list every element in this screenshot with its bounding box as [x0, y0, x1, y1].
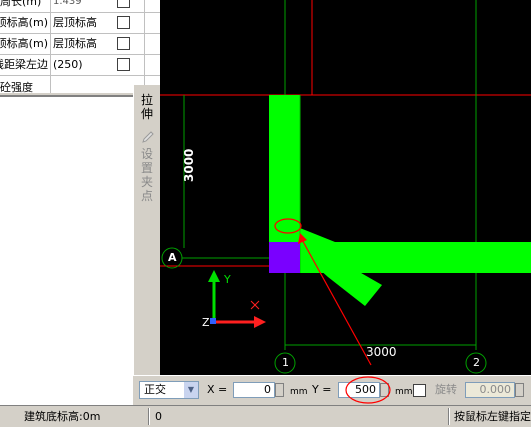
x-spin-icon[interactable]: [275, 383, 284, 397]
vertical-dimension-text: 3000: [182, 148, 196, 182]
status-hint: 按鼠标左键指定: [454, 410, 531, 423]
y-annotation-ellipse: [345, 376, 391, 404]
status-bar: 建筑底标高:0m 0 按鼠标左键指定: [0, 405, 531, 427]
property-name: 砼强度: [0, 81, 33, 93]
property-value[interactable]: [50, 75, 144, 93]
ucs-y-arrow-icon: [208, 270, 220, 282]
status-divider: [448, 408, 450, 425]
drawing-canvas[interactable]: 3000 3000 A 1 2 Y Z: [160, 0, 531, 375]
status-value: 0: [155, 410, 162, 423]
x-label: X =: [207, 383, 228, 396]
property-checkbox[interactable]: [117, 37, 130, 50]
rotate-input[interactable]: 0.000: [465, 382, 515, 398]
property-name: 周长(m): [0, 0, 42, 8]
rotate-label: 旋转: [435, 383, 457, 396]
ucs-z-label: Z: [202, 316, 210, 329]
status-base-elevation: 建筑底标高:0m: [24, 410, 101, 423]
vertical-toolbar: 拉伸 设置夹点: [133, 85, 161, 405]
stretch-label: 拉伸: [140, 93, 153, 121]
ucs-origin: [210, 318, 216, 324]
axis-a-label: A: [168, 251, 177, 264]
set-grip-label: 设置夹点: [140, 147, 153, 203]
property-name: 轴线距梁左边: [0, 58, 48, 71]
stretch-button[interactable]: 拉伸: [139, 93, 155, 121]
chevron-down-icon[interactable]: ▼: [184, 382, 198, 398]
set-grip-button[interactable]: 设置夹点: [139, 147, 155, 203]
mode-select-value: 正交: [144, 383, 166, 396]
property-checkbox[interactable]: [117, 58, 130, 71]
y-unit: mm: [395, 387, 413, 397]
ucs-y-label: Y: [224, 273, 231, 286]
property-name: 终点顶标高(m): [0, 37, 48, 50]
x-unit: mm: [290, 387, 308, 397]
rotate-checkbox[interactable]: [413, 384, 426, 397]
status-divider: [148, 408, 150, 425]
selected-column[interactable]: [269, 242, 300, 273]
rotate-spin-icon[interactable]: [515, 383, 524, 397]
property-name: 起点顶标高(m): [0, 16, 48, 29]
axis-2-label: 2: [473, 356, 480, 369]
ucs-x-arrow-icon: [254, 316, 266, 328]
property-checkbox[interactable]: [117, 0, 130, 8]
x-input[interactable]: 0: [233, 382, 275, 398]
y-label: Y =: [312, 383, 332, 396]
horizontal-dimension-text: 3000: [366, 345, 397, 359]
property-checkbox[interactable]: [117, 16, 130, 29]
coordinate-input-bar: 正交 ▼ X = 0 mm Y = 500 mm 旋转 0.000: [133, 375, 531, 406]
pencil-icon: [141, 130, 155, 144]
mode-select[interactable]: 正交 ▼: [139, 381, 199, 399]
axis-1-label: 1: [282, 356, 289, 369]
